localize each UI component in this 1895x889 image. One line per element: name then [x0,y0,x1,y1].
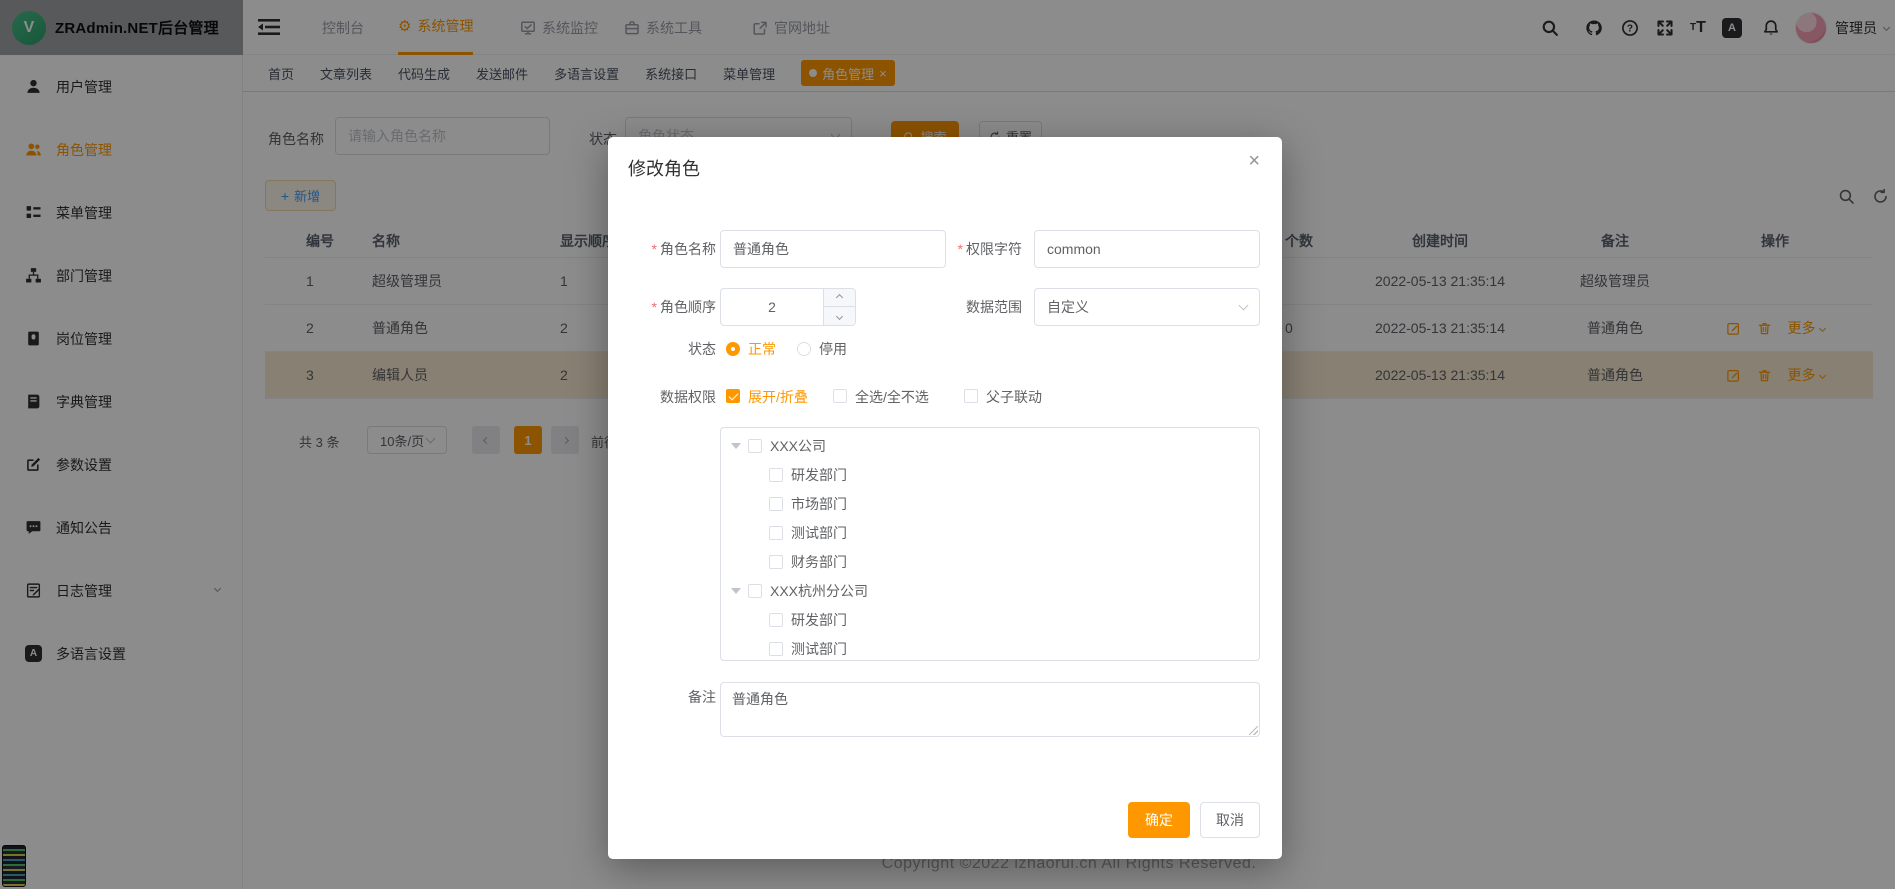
edit-role-dialog: 修改角色 *角色名称 *权限字符 *角色顺序 2 数据范围 自定义 状态 正常 [608,137,1282,859]
remark-textarea[interactable]: 普通角色 [720,682,1260,737]
confirm-button[interactable]: 确定 [1128,802,1190,838]
remark-field-label: 备注 [633,687,716,707]
stepper-increase-button[interactable] [823,289,855,307]
expand-collapse-label[interactable]: 展开/折叠 [748,387,808,407]
tree-node-checkbox[interactable] [769,613,783,627]
tree-node[interactable]: XXX公司 [721,431,1259,460]
dialog-title: 修改角色 [628,155,700,181]
tree-node[interactable]: 研发部门 [721,460,1259,489]
status-normal-radio[interactable] [726,342,740,356]
tree-node-checkbox[interactable] [769,642,783,656]
tree-node-label[interactable]: 研发部门 [791,465,847,485]
tree-expand-caret-icon[interactable] [731,443,741,449]
select-all-label[interactable]: 全选/全不选 [855,387,929,407]
status-disabled-radio[interactable] [797,342,811,356]
tree-node-label[interactable]: 市场部门 [791,494,847,514]
role-key-label-text: 权限字符 [966,241,1022,257]
tree-node[interactable]: 测试部门 [721,518,1259,547]
select-all-checkbox[interactable] [833,389,847,403]
tree-node[interactable]: 测试部门 [721,634,1259,661]
required-mark: * [652,299,657,315]
department-tree: XXX公司 研发部门 市场部门 测试部门 财务部门 XXX杭州分公司 [720,427,1260,661]
tree-node-label[interactable]: 财务部门 [791,552,847,572]
role-name-field-label: *角色名称 [633,230,716,268]
tree-node-checkbox[interactable] [769,526,783,540]
role-order-field-label: *角色顺序 [633,288,716,326]
tree-node-label[interactable]: 测试部门 [791,523,847,543]
parent-child-link-checkbox[interactable] [964,389,978,403]
stepper-decrease-button[interactable] [823,307,855,325]
tree-node[interactable]: 市场部门 [721,489,1259,518]
data-scope-value: 自定义 [1047,297,1089,317]
parent-child-link-label[interactable]: 父子联动 [986,387,1042,407]
textarea-resize-handle[interactable] [1249,726,1258,735]
required-mark: * [958,241,963,257]
data-permission-field-label: 数据权限 [617,387,716,407]
dialog-close-icon[interactable] [1248,151,1260,171]
tree-node[interactable]: 财务部门 [721,547,1259,576]
status-disabled-label[interactable]: 停用 [819,339,847,359]
tree-node-checkbox[interactable] [769,468,783,482]
tree-node[interactable]: 研发部门 [721,605,1259,634]
tree-node-checkbox[interactable] [748,439,762,453]
role-order-value: 2 [721,289,823,325]
tree-node-label[interactable]: XXX杭州分公司 [770,581,868,601]
role-key-input[interactable] [1034,230,1260,268]
tree-node-label[interactable]: 测试部门 [791,639,847,659]
expand-collapse-checkbox[interactable] [726,389,740,403]
tree-node-label[interactable]: XXX公司 [770,436,826,456]
tree-node-label[interactable]: 研发部门 [791,610,847,630]
status-field-label: 状态 [633,339,716,359]
tree-node[interactable]: XXX杭州分公司 [721,576,1259,605]
cancel-button[interactable]: 取消 [1200,802,1260,838]
tree-node-checkbox[interactable] [769,497,783,511]
app-screen: V ZRAdmin.NET后台管理 控制台 ⚙ 系统管理 系统监控 系统工具 官… [0,0,1895,889]
role-order-stepper[interactable]: 2 [720,288,856,326]
select-caret-icon [1239,301,1249,311]
role-order-label-text: 角色顺序 [660,299,716,315]
tree-node-checkbox[interactable] [769,555,783,569]
tree-node-checkbox[interactable] [748,584,762,598]
role-name-label-text: 角色名称 [660,241,716,257]
status-normal-label[interactable]: 正常 [748,339,776,359]
data-scope-select[interactable]: 自定义 [1034,288,1260,326]
required-mark: * [652,241,657,257]
tree-expand-caret-icon[interactable] [731,588,741,594]
data-scope-field-label: 数据范围 [938,288,1022,326]
role-key-field-label: *权限字符 [938,230,1022,268]
role-name-input[interactable] [720,230,946,268]
